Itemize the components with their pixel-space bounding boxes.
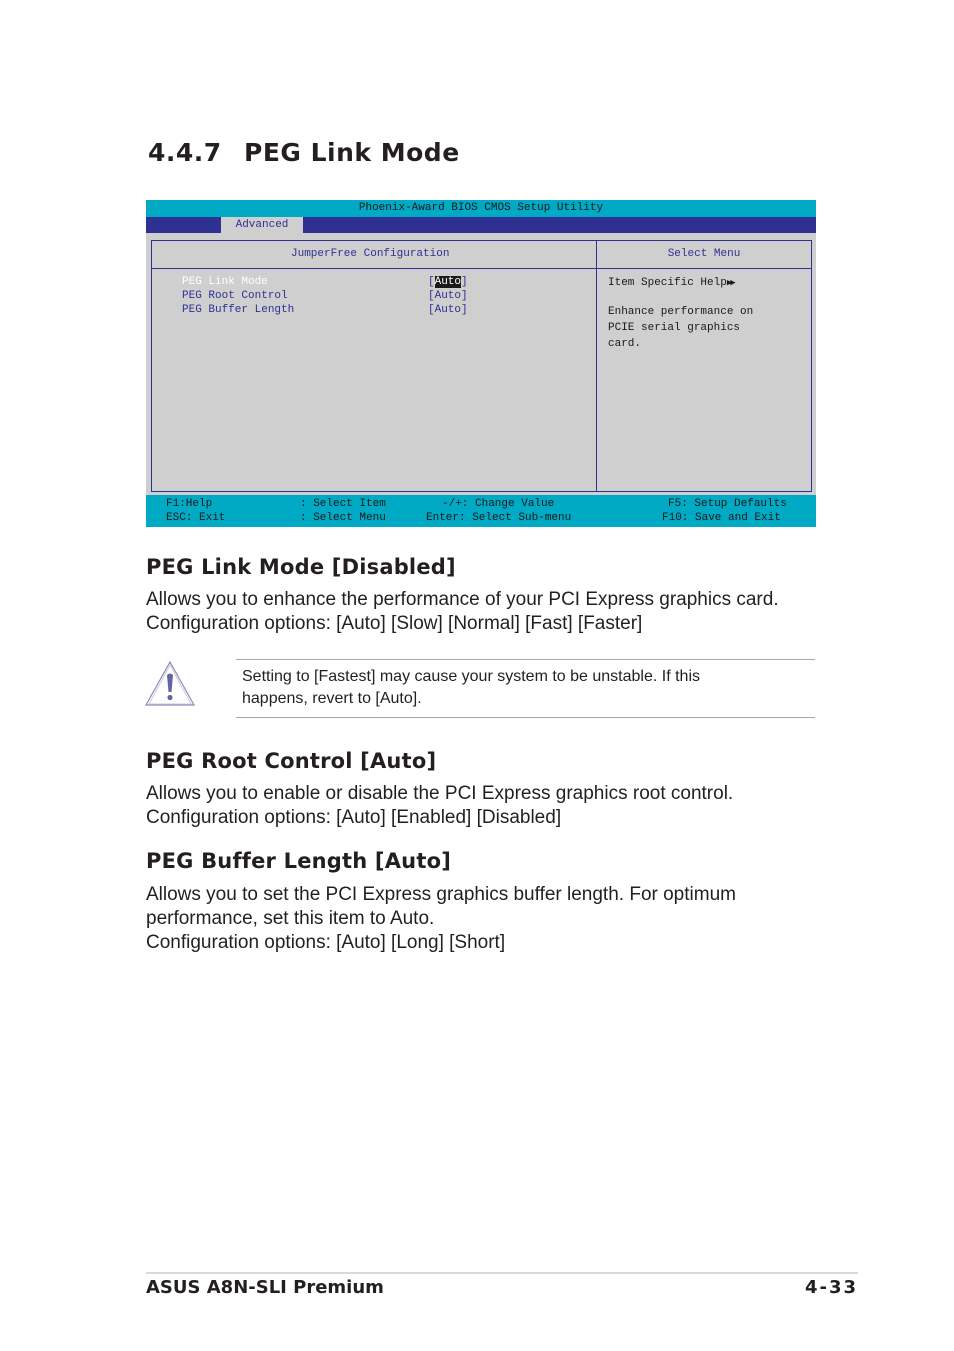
paragraph-line: Allows you to set the PCI Express graphi…: [146, 884, 736, 905]
bios-settings-panel: JumperFree Configuration PEG Link Mode […: [151, 240, 597, 492]
footer-page-number: 4-33: [804, 1277, 858, 1298]
bios-help-panel: Select Menu Item Specific Help▶▶ Enhance…: [596, 240, 812, 492]
panel-header-select-menu: Select Menu: [597, 241, 811, 269]
item-specific-help: Item Specific Help▶▶ Enhance performance…: [597, 269, 811, 352]
key-enter-submenu: Enter: Select Sub-menu: [426, 512, 572, 524]
key-f5-defaults: F5: Setup Defaults: [668, 498, 787, 510]
bios-menu-bar: Advanced: [146, 217, 816, 233]
help-line: PCIE serial graphics: [608, 322, 741, 334]
paragraph-line: Configuration options: [Auto] [Long] [Sh…: [146, 932, 506, 953]
heading-peg-buffer-length: PEG Buffer Length [Auto]: [146, 849, 451, 873]
help-line: Enhance performance on: [608, 306, 754, 318]
note-line: Setting to [Fastest] may cause your syst…: [242, 668, 700, 685]
warning-icon: [144, 660, 196, 706]
paragraph-line: Configuration options: [Auto] [Slow] [No…: [146, 613, 643, 634]
bios-item-value[interactable]: [Auto]: [428, 289, 468, 303]
key-esc-exit: ESC: Exit: [166, 512, 226, 524]
tab-advanced[interactable]: Advanced: [221, 217, 303, 233]
section-title-text: PEG Link Mode: [244, 138, 460, 167]
note-text: Setting to [Fastest] may cause your syst…: [242, 666, 700, 710]
paragraph-peg-root-control: Allows you to enable or disable the PCI …: [146, 782, 733, 830]
bios-item-value[interactable]: [Auto]: [428, 303, 468, 317]
paragraph-line: performance, set this item to Auto.: [146, 908, 435, 929]
key-f1-help: F1:Help: [166, 498, 213, 510]
note-top-rule: [236, 659, 815, 660]
heading-peg-root-control: PEG Root Control [Auto]: [146, 749, 437, 773]
paragraph-line: Allows you to enhance the performance of…: [146, 589, 779, 610]
bios-item-list: PEG Link Mode [Auto] PEG Root Control [A…: [182, 275, 592, 317]
bios-item-peg-link-mode[interactable]: PEG Link Mode [Auto]: [182, 275, 592, 289]
panel-header-jumperfree: JumperFree Configuration: [152, 241, 597, 269]
bios-item-peg-buffer-length[interactable]: PEG Buffer Length [Auto]: [182, 303, 592, 317]
paragraph-line: Configuration options: [Auto] [Enabled] …: [146, 807, 562, 828]
bios-screenshot: Phoenix-Award BIOS CMOS Setup Utility Ad…: [146, 200, 816, 527]
bios-item-value[interactable]: [Auto]: [428, 275, 468, 289]
key-change-value: -/+: Change Value: [442, 498, 555, 510]
key-f10-save-exit: F10: Save and Exit: [662, 512, 781, 524]
paragraph-peg-link-mode: Allows you to enhance the performance of…: [146, 588, 779, 636]
paragraph-peg-buffer-length: Allows you to set the PCI Express graphi…: [146, 883, 736, 955]
bios-title-bar: Phoenix-Award BIOS CMOS Setup Utility: [146, 200, 816, 217]
key-esc-desc: : Select Menu: [300, 512, 386, 524]
section-number: 4.4.7: [148, 138, 222, 167]
footer-product-name: ASUS A8N-SLI Premium: [146, 1277, 384, 1298]
double-arrow-right-icon: ▶▶: [726, 278, 736, 288]
note-line: happens, revert to [Auto].: [242, 690, 422, 707]
paragraph-line: Allows you to enable or disable the PCI …: [146, 783, 734, 804]
footer-rule: [146, 1272, 858, 1274]
section-title: 4.4.7 PEG Link Mode: [148, 138, 460, 167]
bios-item-label: PEG Root Control: [182, 290, 288, 302]
note-bottom-rule: [236, 717, 815, 718]
key-f1-desc: : Select Item: [300, 498, 386, 510]
help-line: card.: [608, 338, 642, 350]
bios-item-label: PEG Link Mode: [182, 276, 268, 288]
bios-item-label: PEG Buffer Length: [182, 304, 295, 316]
bios-status-bar: F1:Help : Select Item ESC: Exit : Select…: [146, 495, 816, 527]
help-title: Item Specific Help: [608, 277, 727, 289]
heading-peg-link-mode: PEG Link Mode [Disabled]: [146, 555, 456, 579]
bios-item-peg-root-control[interactable]: PEG Root Control [Auto]: [182, 289, 592, 303]
